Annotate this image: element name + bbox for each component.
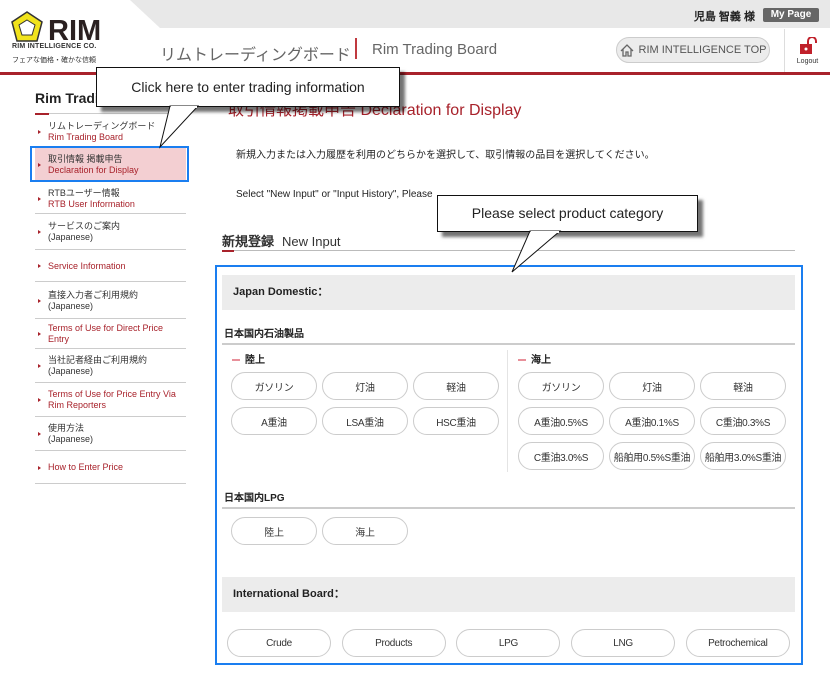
product-button[interactable]: LPG — [456, 629, 561, 657]
callout-enter-trading-info: Click here to enter trading information — [96, 67, 400, 107]
product-button[interactable]: A重油 — [231, 407, 317, 435]
product-button[interactable]: Products — [341, 629, 446, 657]
sidebar-item[interactable]: 使用方法 (Japanese) — [35, 418, 186, 451]
product-button[interactable]: 海上 — [322, 517, 408, 545]
sidebar-item[interactable]: サービスのご案内 (Japanese) — [35, 214, 186, 250]
brand-tagline: フェアな価格・確かな信頼 — [12, 57, 96, 64]
tab-new-input[interactable]: 新規登録 New Input — [222, 231, 341, 250]
product-button[interactable]: A重油0.5%S — [518, 407, 604, 435]
product-button[interactable]: 陸上 — [231, 517, 317, 545]
logout-button[interactable]: Logout — [784, 29, 830, 72]
product-button[interactable]: A重油0.1%S — [609, 407, 695, 435]
dash-icon — [518, 359, 526, 362]
sidebar-item[interactable]: Terms of Use for Direct Price Entry — [35, 320, 186, 349]
petroleum-products-title: 日本国内石油製品 — [224, 329, 304, 340]
sidebar-title-mark — [35, 113, 49, 115]
home-icon — [620, 43, 633, 57]
lpg-divider — [222, 507, 795, 509]
sidebar-item[interactable]: Service Information — [35, 251, 186, 282]
sidebar-item-label: (Japanese) — [48, 434, 94, 444]
product-button[interactable]: HSC重油 — [413, 407, 499, 435]
site-title-jp: リムトレーディングボード — [160, 47, 351, 64]
japan-domestic-header: Japan Domestic： — [222, 275, 795, 310]
product-button[interactable]: 軽油 — [413, 372, 499, 400]
product-button[interactable]: LSA重油 — [322, 407, 408, 435]
unlock-icon — [799, 36, 817, 54]
sidebar-item[interactable]: How to Enter Price — [35, 452, 186, 484]
sidebar-item-label: Terms of Use for Direct Price Entry — [48, 323, 164, 344]
sea-label: 海上 — [531, 355, 551, 366]
product-button[interactable]: 軽油 — [700, 372, 786, 400]
land-label: 陸上 — [245, 355, 265, 366]
sidebar-item[interactable]: RTBユーザー情報 RTB User Information — [35, 184, 186, 214]
tab-new-input-en: New Input — [282, 234, 341, 249]
rim-intelligence-top-label: RIM INTELLIGENCE TOP — [638, 44, 767, 56]
sidebar-item-label: サービスのご案内 — [48, 220, 121, 231]
sidebar-item-label: RTBユーザー情報 — [48, 187, 120, 198]
land-group-label: 陸上 — [232, 351, 265, 366]
sea-group-label: 海上 — [518, 351, 551, 366]
group-divider — [507, 350, 508, 472]
lpg-title: 日本国内LPG — [224, 493, 285, 504]
sidebar-item-label: Rim Reporters — [48, 400, 107, 410]
product-button[interactable]: ガソリン — [518, 372, 604, 400]
product-button[interactable]: 船舶用3.0%S重油 — [700, 442, 786, 470]
rim-intelligence-top-button[interactable]: RIM INTELLIGENCE TOP — [616, 37, 770, 63]
product-button[interactable]: C重油3.0%S — [518, 442, 604, 470]
product-button[interactable]: ガソリン — [231, 372, 317, 400]
product-button[interactable]: C重油0.3%S — [700, 407, 786, 435]
sidebar-item-label: 使用方法 — [48, 423, 85, 433]
sidebar-item[interactable]: Terms of Use for Price Entry Via Rim Repo… — [35, 384, 186, 417]
product-button[interactable]: Crude — [227, 629, 331, 657]
callout-tail-icon — [511, 230, 562, 273]
sidebar-item-label: (Japanese) — [48, 231, 94, 242]
sidebar-item-label: (Japanese) — [48, 366, 94, 376]
product-button[interactable]: 船舶用0.5%S重油 — [609, 442, 695, 470]
instruction-en: Select "New Input" or "Input History", P… — [236, 189, 433, 200]
svg-text:RIM: RIM — [48, 15, 101, 44]
instruction-jp: 新規入力または入力履歴を利用のどちらかを選択して、取引情報の品目を選択してくださ… — [236, 150, 655, 161]
my-page-button[interactable]: My Page — [763, 8, 819, 22]
sidebar-item-label: RTB User Information — [48, 198, 135, 209]
product-button[interactable]: Petrochemical — [685, 629, 790, 657]
tab-new-input-jp: 新規登録 — [222, 234, 275, 249]
site-title-en: Rim Trading Board — [372, 41, 498, 58]
product-button[interactable]: 灯油 — [609, 372, 695, 400]
sidebar-item-label: 当社記者経由ご利用規約 — [48, 355, 148, 365]
sidebar-item-label: How to Enter Price — [48, 462, 124, 472]
logout-label: Logout — [796, 58, 819, 65]
sidebar-item-label: Terms of Use for Price Entry Via — [48, 389, 176, 399]
product-button[interactable]: 灯油 — [322, 372, 408, 400]
rim-logo-icon: RIM — [11, 11, 101, 47]
petroleum-divider — [222, 343, 795, 345]
sidebar-item[interactable]: 当社記者経由ご利用規約 (Japanese) — [35, 350, 186, 383]
brand-name: RIM INTELLIGENCE CO. — [12, 43, 97, 50]
international-board-header: International Board： — [222, 577, 795, 612]
title-divider — [355, 38, 357, 59]
sidebar-item-label: 直接入力者ご利用規約 — [48, 289, 139, 300]
user-name: 児島 智義 様 — [693, 11, 755, 23]
product-button[interactable]: LNG — [571, 629, 676, 657]
tab-active-indicator — [222, 250, 234, 252]
sidebar-item[interactable]: 直接入力者ご利用規約 (Japanese) — [35, 283, 186, 319]
sidebar-item-label: (Japanese) — [48, 300, 94, 311]
sidebar-item-label: Service Information — [48, 260, 126, 271]
dash-icon — [232, 359, 240, 362]
callout-tail-icon — [159, 105, 200, 149]
